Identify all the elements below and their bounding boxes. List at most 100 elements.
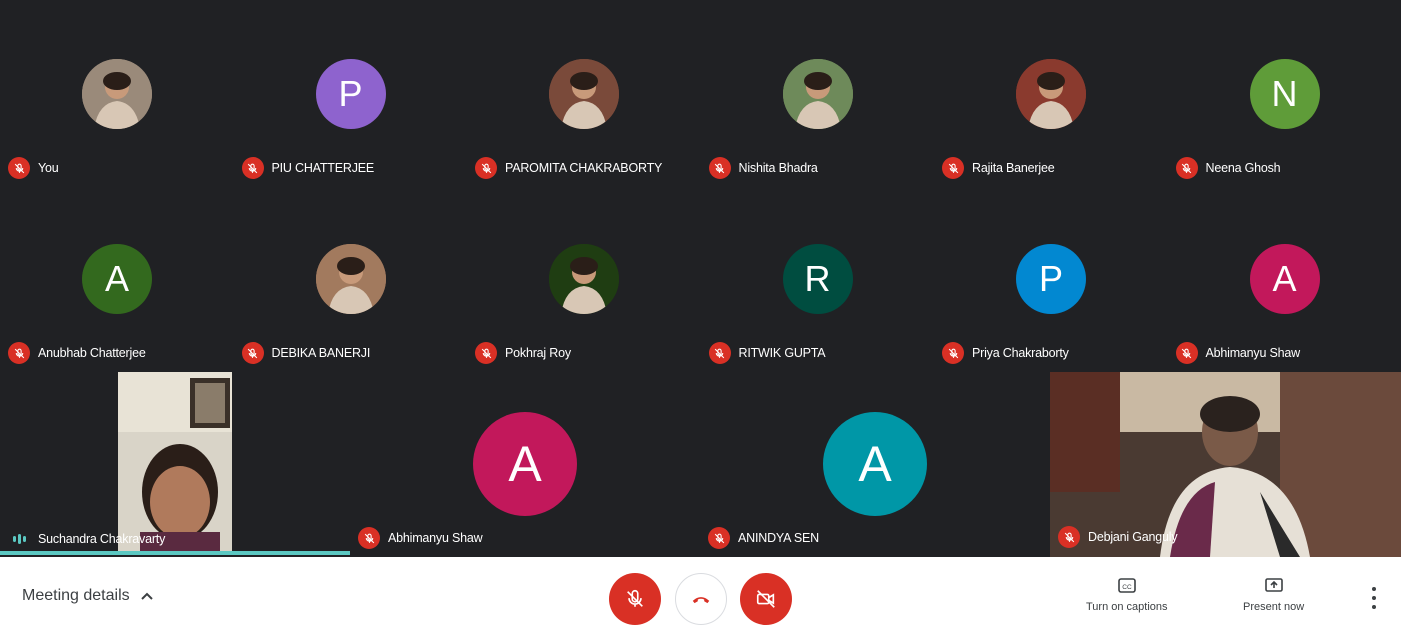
participant-nameplate: Pokhraj Roy (475, 342, 571, 364)
participant-nameplate: Rajita Banerjee (942, 157, 1055, 179)
meeting-details-button[interactable]: Meeting details (22, 587, 154, 605)
microphone-toggle-button[interactable] (609, 573, 661, 625)
participant-tile[interactable]: DEBIKA BANERJI (234, 185, 468, 370)
participant-tile[interactable]: Nishita Bhadra (701, 0, 935, 185)
participant-nameplate: DEBIKA BANERJI (241, 342, 371, 364)
present-now-label: Present now (1243, 601, 1305, 613)
participant-photo-avatar (315, 244, 386, 314)
captions-button[interactable]: CC Turn on captions (1086, 577, 1168, 613)
hang-up-icon (692, 597, 710, 604)
participant-avatar: A (82, 244, 152, 314)
mic-off-icon (8, 342, 30, 364)
participant-name: DEBIKA BANERJI (271, 346, 371, 360)
participant-tile[interactable]: A Anubhab Chatterjee (0, 185, 234, 370)
speaking-indicator-icon (8, 528, 30, 550)
mic-off-icon (708, 157, 731, 179)
leave-call-button[interactable] (675, 573, 727, 625)
participant-nameplate: You (8, 157, 59, 179)
call-controls-bar: Meeting details CC Turn on captions Pres… (0, 557, 1401, 637)
participant-name: RITWIK GUPTA (738, 346, 826, 360)
participant-nameplate: Neena Ghosh (1175, 157, 1281, 179)
participant-name: PAROMITA CHAKRABORTY (505, 161, 663, 175)
participant-avatar: P (315, 59, 386, 129)
participant-nameplate: PAROMITA CHAKRABORTY (475, 157, 662, 179)
participant-tile[interactable]: Pokhraj Roy (467, 185, 701, 370)
mic-off-icon (241, 157, 264, 179)
mic-off-icon (708, 342, 731, 364)
participant-name: Suchandra Chakravarty (38, 532, 166, 546)
mic-off-icon (1175, 157, 1198, 179)
avatar-initial: R (804, 258, 831, 299)
meeting-details-label: Meeting details (22, 587, 130, 604)
participant-nameplate: Abhimanyu Shaw (1175, 342, 1301, 364)
participant-photo-avatar (549, 59, 619, 129)
participant-avatar: P (1016, 244, 1086, 314)
participant-tile[interactable]: N Neena Ghosh (1168, 0, 1401, 185)
participant-tile[interactable]: A Abhimanyu Shaw (350, 372, 700, 555)
participant-nameplate: Abhimanyu Shaw (358, 527, 483, 549)
captions-label: Turn on captions (1086, 601, 1168, 613)
participant-video-tile[interactable]: Suchandra Chakravarty (0, 372, 350, 555)
participant-avatar: A (823, 412, 927, 516)
chevron-up-icon (140, 592, 153, 600)
meeting-stage: You P PIU CHATTERJEE PAROMITA CHAKRABORTY Ni… (0, 0, 1401, 557)
svg-text:CC: CC (1122, 584, 1132, 591)
present-screen-icon (1264, 578, 1283, 592)
present-now-button[interactable]: Present now (1243, 577, 1304, 613)
mic-off-icon (708, 527, 730, 549)
participant-name: PIU CHATTERJEE (271, 161, 375, 175)
avatar-initial: P (338, 73, 363, 114)
participant-tile[interactable]: A Abhimanyu Shaw (1168, 185, 1401, 370)
participant-photo-avatar (549, 244, 619, 314)
participant-name: Anubhab Chatterjee (38, 346, 146, 360)
avatar-initial: N (1271, 73, 1298, 114)
avatar-initial: A (858, 436, 892, 492)
avatar-initial: A (1272, 258, 1297, 299)
mic-off-icon (241, 342, 264, 364)
participant-tile[interactable]: P PIU CHATTERJEE (234, 0, 468, 185)
participant-name: Pokhraj Roy (505, 346, 571, 360)
participant-avatar: A (473, 412, 577, 516)
avatar-initial: A (508, 436, 542, 492)
captions-icon: CC (1117, 578, 1136, 593)
participant-name: Neena Ghosh (1205, 161, 1281, 175)
mic-off-icon (475, 342, 497, 364)
more-options-icon[interactable] (1364, 587, 1384, 609)
participant-name: ANINDYA SEN (738, 531, 819, 545)
camera-off-icon (756, 590, 775, 608)
participant-name: Debjani Ganguly (1088, 530, 1178, 544)
participant-tile[interactable]: P Priya Chakraborty (934, 185, 1168, 370)
mic-off-icon (358, 527, 380, 549)
participant-photo-avatar (1016, 59, 1086, 129)
participant-nameplate: Suchandra Chakravarty (8, 528, 165, 550)
participant-name: Priya Chakraborty (972, 346, 1069, 360)
participant-avatar: N (1249, 59, 1320, 129)
participant-nameplate: Debjani Ganguly (1058, 526, 1178, 548)
mic-off-icon (8, 157, 30, 179)
mic-off-icon (942, 342, 964, 364)
participant-name: Abhimanyu Shaw (1205, 346, 1301, 360)
avatar-initial: A (104, 258, 129, 299)
participant-tile[interactable]: PAROMITA CHAKRABORTY (467, 0, 701, 185)
camera-toggle-button[interactable] (740, 573, 792, 625)
mic-off-icon (1058, 526, 1080, 548)
participant-nameplate: ANINDYA SEN (708, 527, 819, 549)
participant-tile[interactable]: Rajita Banerjee (934, 0, 1168, 185)
mic-off-icon (942, 157, 964, 179)
participant-photo-avatar (782, 59, 853, 129)
participant-nameplate: PIU CHATTERJEE (241, 157, 375, 179)
participant-tile[interactable]: A ANINDYA SEN (700, 372, 1050, 555)
participant-video-tile[interactable]: Debjani Ganguly (1050, 372, 1401, 557)
participant-name: Rajita Banerjee (972, 161, 1055, 175)
participant-nameplate: Nishita Bhadra (708, 157, 818, 179)
avatar-initial: P (1038, 258, 1063, 299)
participant-avatar: R (782, 244, 853, 314)
mic-off-icon (475, 157, 497, 179)
participant-nameplate: Anubhab Chatterjee (8, 342, 146, 364)
participant-tile[interactable]: You (0, 0, 234, 185)
active-speaker-bar (0, 551, 350, 555)
participant-nameplate: RITWIK GUPTA (708, 342, 826, 364)
participant-avatar: A (1249, 244, 1320, 314)
participant-tile[interactable]: R RITWIK GUPTA (701, 185, 935, 370)
mic-off-icon (627, 589, 643, 607)
